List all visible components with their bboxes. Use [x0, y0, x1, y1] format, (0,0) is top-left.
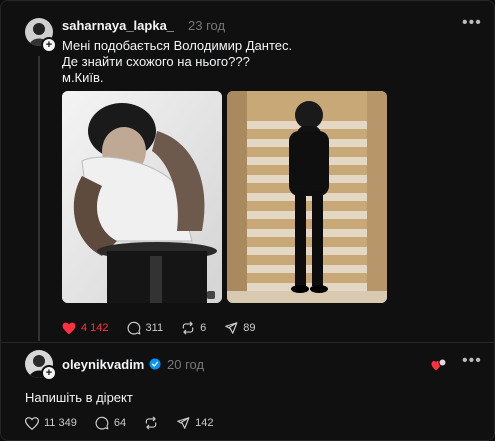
divider — [1, 342, 494, 343]
post-photo-1[interactable] — [62, 91, 222, 303]
post-text-line-3: м.Київ. — [62, 70, 104, 85]
comment-button[interactable]: 311 — [127, 321, 164, 335]
repost-button[interactable] — [144, 416, 158, 430]
like-button[interactable]: 11 349 — [25, 416, 77, 430]
like-button[interactable]: 4 142 — [62, 321, 109, 335]
comment-count: 64 — [113, 417, 127, 429]
post-username[interactable]: oleynikvadim — [62, 357, 144, 372]
thread-view: + saharnaya_lapka_ 23 год ••• Мені подоб… — [0, 0, 495, 441]
comment-button[interactable]: 64 — [95, 416, 126, 430]
post-time: 20 год — [167, 357, 205, 372]
repost-button[interactable]: 6 — [181, 321, 206, 335]
more-dots-icon[interactable]: ••• — [462, 14, 482, 32]
share-button[interactable]: 142 — [176, 416, 213, 430]
post-text-line-1: Мені подобається Володимир Дантес. — [62, 38, 293, 53]
post-actions: 4 142 311 6 89 — [62, 321, 273, 335]
thread-line — [38, 56, 40, 341]
post-photo-2[interactable] — [227, 91, 387, 303]
share-icon — [177, 417, 190, 429]
follow-plus-icon[interactable]: + — [41, 37, 57, 53]
comment-icon — [95, 416, 109, 430]
like-count: 4 142 — [81, 322, 109, 334]
repost-icon — [145, 416, 157, 430]
heart-icon — [62, 322, 76, 334]
repost-icon — [182, 321, 194, 335]
post-time: 23 год — [188, 18, 226, 33]
reply-text: Напишіть в дірект — [25, 390, 133, 405]
comment-icon — [127, 321, 140, 335]
share-icon — [225, 322, 238, 334]
share-count: 89 — [243, 322, 256, 334]
share-count: 142 — [195, 417, 214, 429]
liked-by-author-indicator — [431, 358, 447, 377]
post-text-line-2: Де знайти схожого на нього??? — [62, 54, 250, 69]
repost-count: 6 — [200, 322, 207, 334]
follow-plus-icon[interactable]: + — [41, 365, 57, 381]
share-button[interactable]: 89 — [224, 321, 255, 335]
like-count: 11 349 — [44, 417, 77, 429]
reply-actions: 11 349 64 142 — [25, 416, 231, 430]
more-dots-icon[interactable]: ••• — [462, 352, 482, 370]
post-username[interactable]: saharnaya_lapka_ — [62, 18, 174, 33]
verified-badge-icon — [149, 358, 161, 370]
comment-count: 311 — [145, 322, 164, 334]
heart-icon — [25, 416, 39, 430]
